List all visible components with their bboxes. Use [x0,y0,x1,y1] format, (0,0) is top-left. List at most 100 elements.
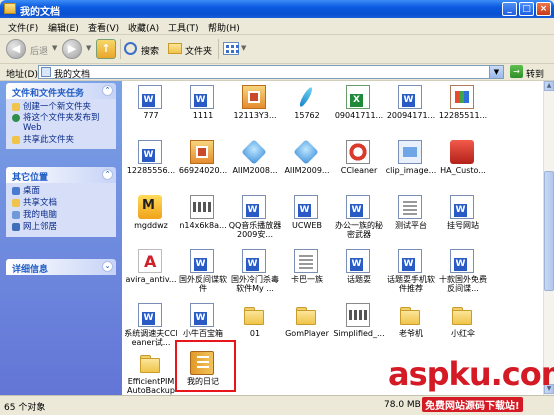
folder-file-icon [450,303,474,327]
file-label: 1111 [192,111,214,120]
file-item[interactable]: 777 [124,85,178,135]
word-file-icon [398,85,422,109]
scroll-thumb[interactable] [544,171,554,291]
globe-icon [12,114,20,122]
menu-favorites[interactable]: 收藏(A) [128,21,159,34]
file-item[interactable]: 20094171... [384,85,438,135]
file-label: 12285511... [438,111,488,120]
back-dropdown-icon[interactable]: ▼ [52,44,57,52]
file-item[interactable]: 12285511... [436,85,490,135]
tasks-panel-body: 创建一个新文件夹 将这个文件夹发布到 Web 共享此文件夹 [6,99,116,149]
folders-icon[interactable] [168,43,182,54]
file-item[interactable]: 测试平台 [384,195,438,245]
menu-view[interactable]: 查看(V) [88,21,119,34]
views-icon[interactable] [223,42,239,55]
word-file-icon [398,249,422,273]
forward-arrow-icon[interactable]: ▶ [62,39,82,59]
scroll-up-icon[interactable]: ▲ [544,81,554,91]
file-item[interactable]: QQ音乐播放器2009安... [228,195,282,245]
file-item[interactable]: 卡巴一族 [280,249,334,299]
file-item[interactable]: Simplified_... [332,303,386,353]
views-dropdown-icon[interactable]: ▼ [241,44,246,52]
file-item[interactable]: n14x6k8a... [176,195,230,245]
file-item[interactable]: GomPlayer [280,303,334,353]
place-network-label: 网上邻居 [23,222,58,232]
forward-dropdown-icon[interactable]: ▼ [86,44,91,52]
place-shared-docs-label: 共享文档 [23,198,58,208]
go-button[interactable]: 转到 [526,67,544,80]
file-item[interactable]: 1111 [176,85,230,135]
address-label: 地址(D) [6,70,38,80]
file-label: 话题耍手机软件推荐 [387,275,435,293]
file-item[interactable]: 12113Y3... [228,85,282,135]
file-item[interactable]: avira_antiv... [124,249,178,299]
search-icon[interactable] [124,42,137,55]
file-label: AIIM2008... [232,166,278,175]
folder-file-icon [398,303,422,327]
file-item[interactable]: mgddwz [124,195,178,245]
red-file-icon [450,140,474,164]
film-file-icon [346,303,370,327]
file-item[interactable]: 01 [228,303,282,353]
file-item[interactable]: 话题耍 [332,249,386,299]
minimize-button[interactable]: _ [502,2,517,16]
expand-chevron-icon[interactable]: ⌄ [102,261,113,272]
file-item[interactable]: 挂号网站 [436,195,490,245]
address-input[interactable]: 我的文档 ▼ [38,65,504,80]
file-item[interactable]: 十款国外免费反间谍... [436,249,490,299]
word-file-icon [346,249,370,273]
menu-tools[interactable]: 工具(T) [168,21,199,34]
file-label: 国外反间谍软件 [179,275,227,293]
task-publish-web-label: 将这个文件夹发布到 Web [23,113,100,133]
file-item[interactable]: clip_image... [384,140,438,190]
file-item[interactable]: 办公一族的秘密武器 [332,195,386,245]
close-button[interactable]: × [536,2,551,16]
file-label: Simplified_... [333,329,385,338]
file-item[interactable]: 话题耍手机软件推荐 [384,249,438,299]
file-item[interactable]: 12285556... [124,140,178,190]
file-item[interactable]: 09041711... [332,85,386,135]
details-panel-header[interactable]: 详细信息 ⌄ [6,259,116,275]
search-button[interactable]: 搜索 [141,44,159,57]
file-item[interactable]: 国外反间谍软件 [176,249,230,299]
file-item[interactable]: UCWEB [280,195,334,245]
up-folder-icon[interactable]: ↑ [96,39,116,59]
go-arrow-icon[interactable]: → [510,65,523,78]
task-pane: 文件和文件夹任务 ⌃ 创建一个新文件夹 将这个文件夹发布到 Web 共享此文件夹… [0,81,122,395]
menu-help[interactable]: 帮助(H) [208,21,240,34]
menu-file[interactable]: 文件(F) [8,21,38,34]
file-label: 09041711... [334,111,384,120]
file-item[interactable]: AIIM2009... [280,139,334,190]
desktop-icon [12,187,20,195]
file-item[interactable]: AIIM2008... [228,139,282,190]
file-item[interactable]: 小红伞 [436,303,490,353]
file-item[interactable]: EfficientPIM AutoBackup [124,351,178,401]
file-label: 12113Y3... [233,111,277,120]
collapse-chevron-icon[interactable]: ⌃ [102,85,113,96]
file-item[interactable]: 系统调速夫CCleaner试... [124,303,178,353]
film-file-icon [190,195,214,219]
menu-edit[interactable]: 编辑(E) [48,21,79,34]
folders-button[interactable]: 文件夹 [185,44,212,57]
tasks-panel-header[interactable]: 文件和文件夹任务 ⌃ [6,83,116,99]
file-label: avira_antiv... [125,275,177,284]
file-item[interactable]: 66924020... [176,140,230,190]
back-label[interactable]: 后退 [30,44,48,57]
file-item[interactable]: 15762 [280,85,334,135]
task-new-folder-label: 创建一个新文件夹 [23,102,92,112]
watermark-subtext: 免费网站源码下载站! [422,397,523,412]
file-item[interactable]: 老爷机 [384,303,438,353]
clip-file-icon [398,140,422,164]
file-item[interactable]: CCleaner [332,140,386,190]
places-panel-header[interactable]: 其它位置 ⌃ [6,167,116,183]
collapse-chevron-icon[interactable]: ⌃ [102,169,113,180]
vertical-scrollbar[interactable]: ▲ ▼ [543,81,554,395]
file-item[interactable]: 国外冷门杀毒软件My ... [228,249,282,299]
file-label: 国外冷门杀毒软件My ... [231,275,279,293]
file-label: GomPlayer [285,329,329,338]
file-label: 777 [143,111,159,120]
back-arrow-icon[interactable]: ◀ [6,39,26,59]
address-dropdown-icon[interactable]: ▼ [489,66,503,78]
maximize-button[interactable]: □ [519,2,534,16]
file-item[interactable]: HA_Custo... [436,140,490,190]
